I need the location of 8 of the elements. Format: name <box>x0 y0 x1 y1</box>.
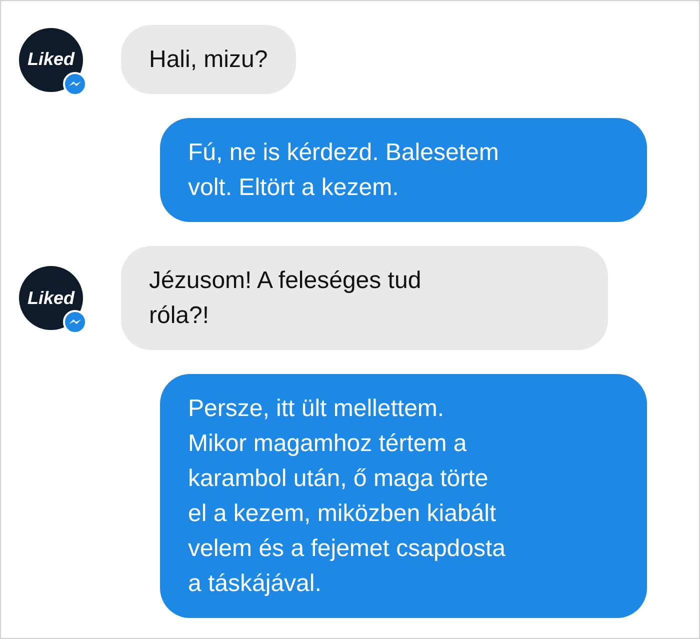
messenger-badge-icon <box>63 72 87 96</box>
message-bubble: Fú, ne is kérdezd. Balesetem volt. Eltört a kezem. <box>160 118 647 222</box>
avatar-logo-text: Liked <box>27 288 74 308</box>
message-bubble: Jézusom! A feleséges tud róla?! <box>121 246 608 350</box>
message-bubble: Hali, mizu? <box>121 25 296 94</box>
message-bubble: Persze, itt ült mellettem. Mikor magamhoz tértem a karambol után, ő maga törte el a kezem, miközben kiabált velem és a fejemet csapdosta a táskájával. <box>160 374 647 618</box>
avatar-logo-text: Liked <box>27 49 74 70</box>
messenger-badge-icon <box>63 310 87 334</box>
